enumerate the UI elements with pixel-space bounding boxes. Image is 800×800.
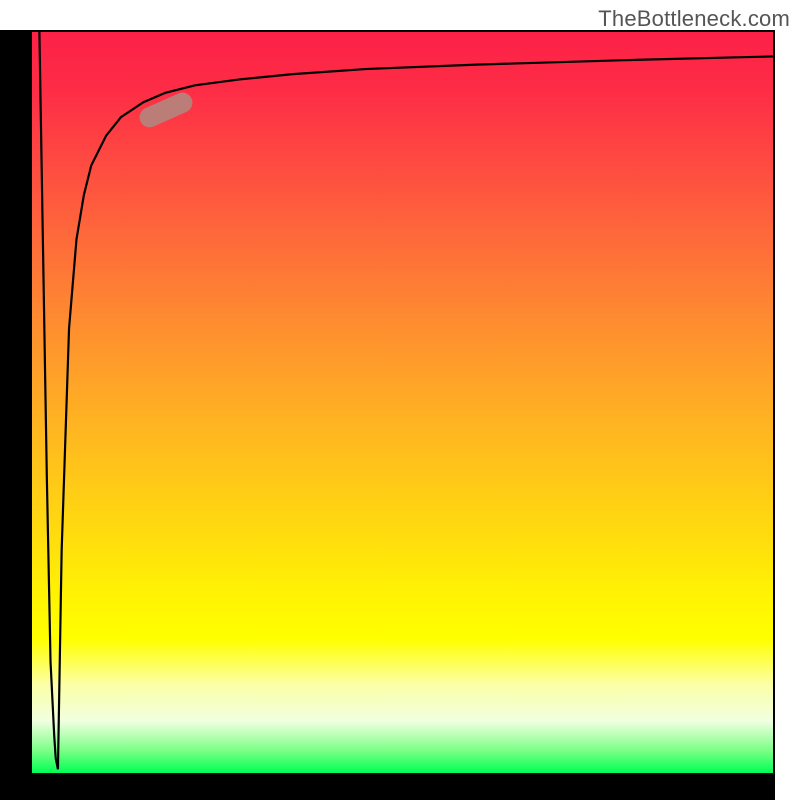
- gradient-background: [32, 32, 773, 773]
- x-axis-strip: [0, 775, 775, 800]
- y-axis-strip: [0, 30, 30, 775]
- plot-area: [30, 30, 775, 775]
- chart-container: TheBottleneck.com: [0, 0, 800, 800]
- watermark-text: TheBottleneck.com: [598, 6, 790, 32]
